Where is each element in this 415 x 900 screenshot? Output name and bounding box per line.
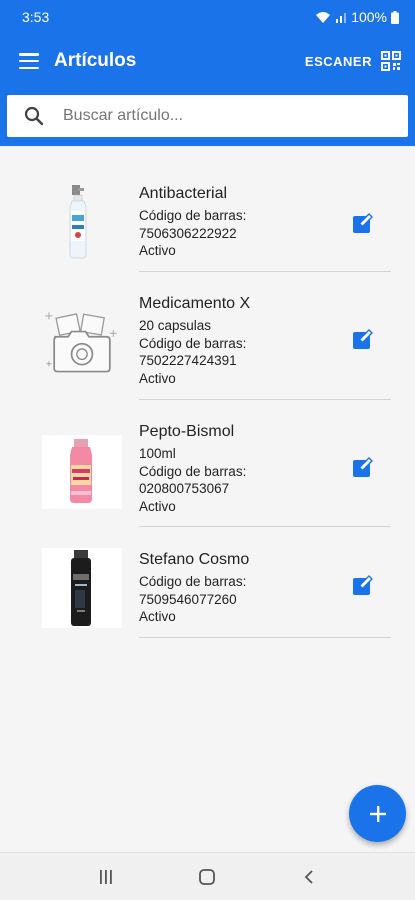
back-icon	[304, 869, 313, 884]
item-detail: Código de barras:	[139, 463, 247, 479]
battery-icon	[391, 10, 399, 24]
item-name: Antibacterial	[139, 185, 228, 202]
item-barcode: 7506306222922	[139, 225, 237, 241]
edit-icon[interactable]	[352, 328, 374, 350]
home-icon	[199, 868, 216, 885]
plus-icon	[369, 805, 386, 822]
status-time: 3:53	[22, 9, 50, 25]
item-detail: 20 capsulas	[139, 318, 212, 333]
recent-apps-button[interactable]	[86, 857, 126, 897]
edit-icon[interactable]	[352, 574, 374, 596]
item-status: Activo	[139, 370, 176, 386]
item-barcode: 020800753067	[139, 481, 230, 496]
list-item[interactable]: Antibacterial Código de barras: 75063062…	[0, 172, 415, 272]
divider	[139, 271, 391, 272]
photo-placeholder-image	[45, 312, 117, 373]
page-title: Artículos	[54, 50, 137, 71]
app-bar: Artículos ESCANER	[0, 34, 415, 88]
item-detail: 100ml	[139, 446, 176, 461]
divider	[139, 526, 391, 527]
navigation-bar	[0, 852, 415, 900]
item-info: Medicamento X 20 capsulas Código de barr…	[139, 294, 250, 387]
item-status: Activo	[139, 243, 176, 258]
product-image	[42, 302, 122, 382]
product-image	[42, 179, 122, 259]
divider	[139, 399, 391, 400]
scanner-label: ESCANER	[304, 53, 372, 69]
item-barcode: 7509546077260	[139, 591, 237, 607]
battery-percent: 100%	[351, 9, 387, 25]
list-item[interactable]: Stefano Cosmo Código de barras: 75095460…	[0, 542, 415, 642]
divider	[139, 637, 391, 638]
item-info: Antibacterial Código de barras: 75063062…	[139, 184, 246, 260]
item-status: Activo	[139, 609, 176, 624]
list-item[interactable]: Pepto-Bismol 100ml Código de barras: 020…	[0, 414, 415, 528]
item-name: Stefano Cosmo	[139, 551, 250, 568]
add-article-button[interactable]	[349, 785, 406, 842]
item-barcode: 7502227424391	[139, 353, 237, 368]
list-item[interactable]: Medicamento X 20 capsulas Código de barr…	[0, 286, 415, 400]
status-bar: 3:53 100%	[0, 0, 415, 34]
recent-apps-icon	[99, 869, 112, 884]
signal-icon	[336, 13, 347, 23]
spray-bottle-image	[69, 185, 87, 259]
search-bar	[0, 88, 415, 146]
menu-icon[interactable]	[19, 53, 39, 69]
item-detail: Código de barras:	[139, 208, 247, 223]
status-icons: 100%	[315, 9, 399, 25]
item-name: Medicamento X	[139, 295, 251, 312]
edit-icon[interactable]	[352, 212, 374, 234]
item-name: Pepto-Bismol	[139, 423, 235, 440]
scanner-button[interactable]: ESCANER	[305, 51, 401, 71]
search-icon	[24, 106, 44, 126]
item-detail: Código de barras:	[139, 574, 247, 589]
item-status: Activo	[139, 498, 176, 514]
edit-icon[interactable]	[352, 456, 374, 478]
search-input[interactable]	[63, 107, 363, 125]
item-info: Stefano Cosmo Código de barras: 75095460…	[139, 550, 249, 626]
qr-code-icon	[381, 51, 401, 71]
home-button[interactable]	[187, 857, 227, 897]
black-can-image	[42, 548, 122, 628]
item-detail: Código de barras:	[139, 335, 247, 351]
pink-bottle-image	[42, 435, 122, 509]
product-image	[42, 432, 122, 512]
product-image	[42, 548, 122, 628]
back-button[interactable]	[289, 857, 329, 897]
wifi-icon	[316, 11, 331, 23]
item-info: Pepto-Bismol 100ml Código de barras: 020…	[139, 422, 246, 515]
search-box[interactable]	[7, 95, 408, 137]
